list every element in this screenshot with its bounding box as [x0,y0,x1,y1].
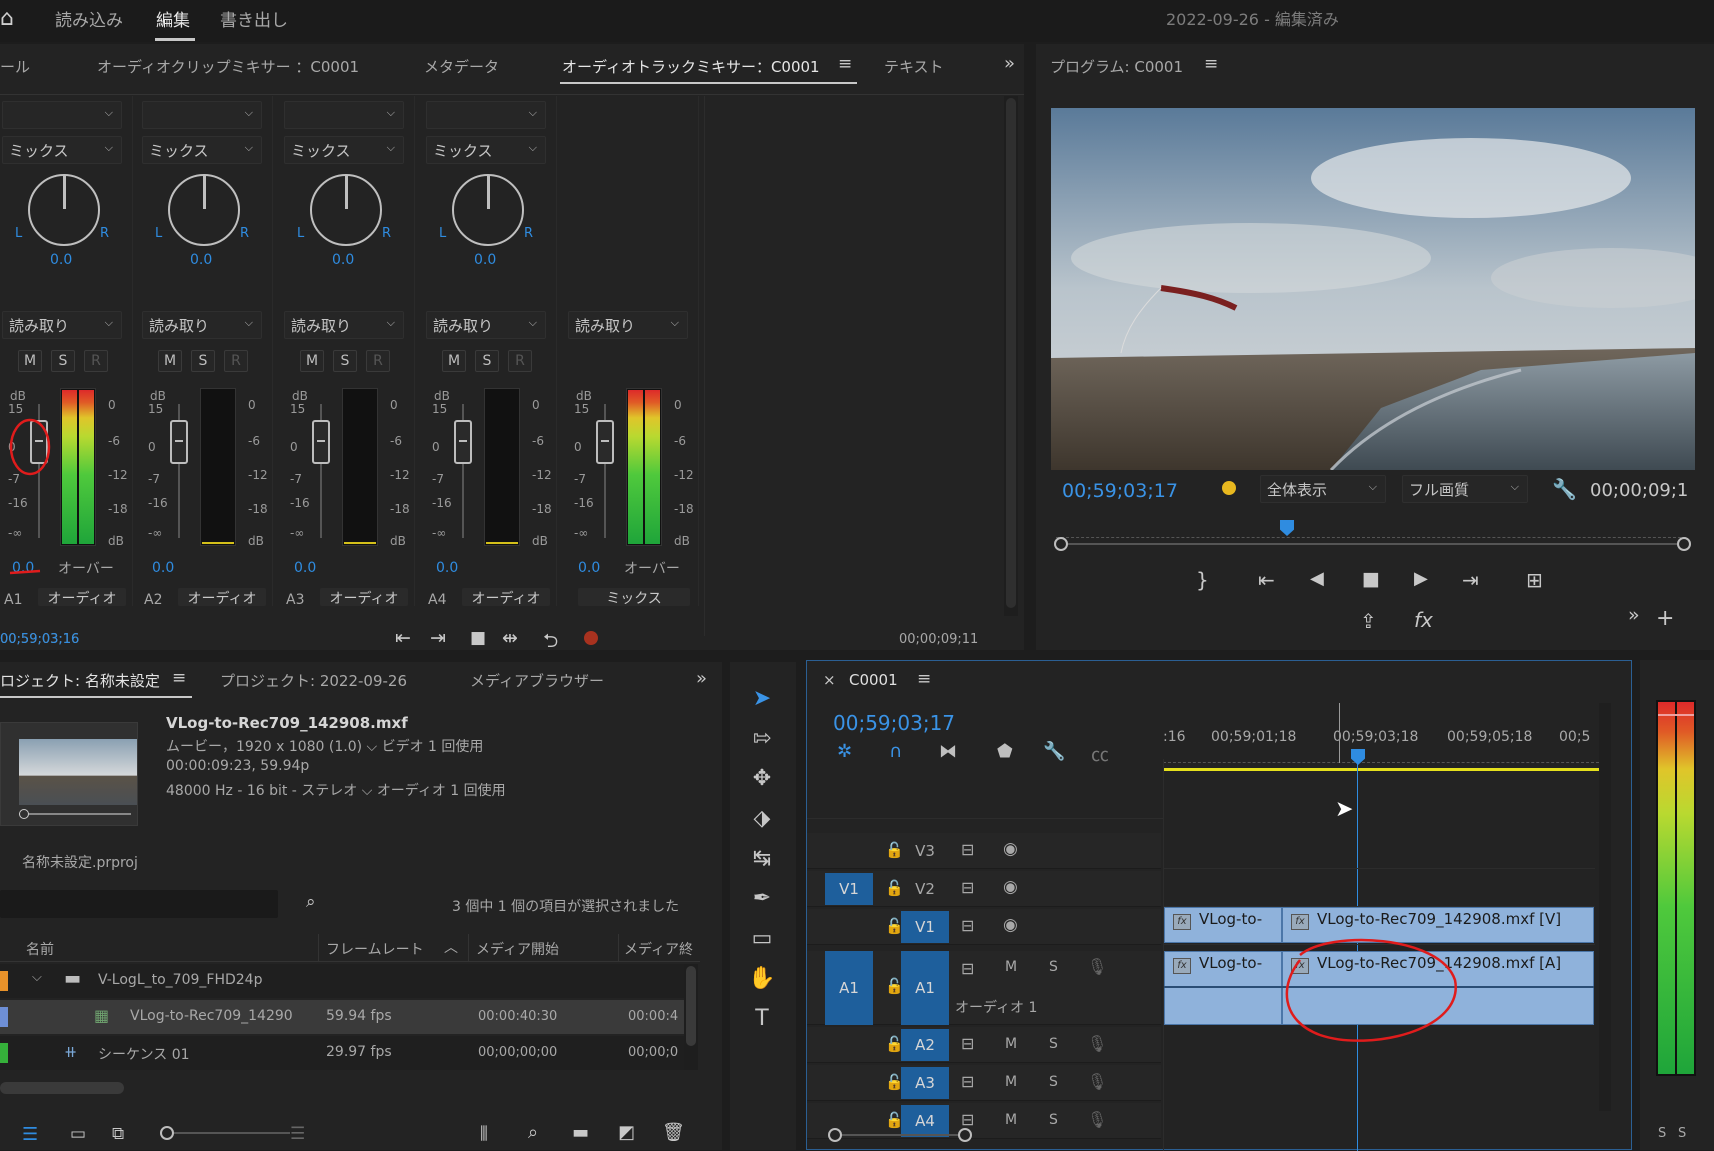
red-annotation-overlay [9,418,1457,1042]
annotation-circle-fader [9,418,51,476]
annotation-underline [9,569,41,575]
annotation-circle-clip [1285,938,1457,1042]
